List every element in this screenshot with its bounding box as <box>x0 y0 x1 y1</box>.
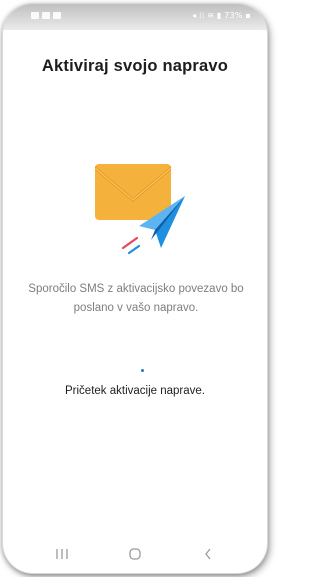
recent-apps-icon <box>56 549 68 559</box>
status-icons-left <box>31 12 61 19</box>
home-icon <box>129 548 141 560</box>
home-button[interactable] <box>115 542 155 566</box>
notification-icon <box>31 12 39 19</box>
sms-info-message: Sporočilo SMS z aktivacijsko povezavo bo… <box>28 283 244 314</box>
status-bar: ◂ ⁞⁞ ≋ ▮ 73% ▪ <box>3 4 267 30</box>
notification-icon <box>53 12 61 19</box>
phone-frame: ◂ ⁞⁞ ≋ ▮ 73% ▪ Aktiviraj svojo napravo S… <box>3 4 267 573</box>
loading-indicator <box>141 369 144 372</box>
recent-apps-button[interactable] <box>42 542 82 566</box>
page-title: Aktiviraj svojo napravo <box>41 57 229 75</box>
activation-status-text: Pričetek aktivacije naprave. <box>65 385 205 397</box>
system-nav-bar <box>3 535 267 573</box>
back-button[interactable] <box>188 542 228 566</box>
notification-icon <box>42 12 50 19</box>
status-icons-right: ◂ ⁞⁞ ≋ ▮ 73% ▪ <box>192 11 251 20</box>
back-icon <box>205 548 211 560</box>
envelope-paper-plane-icon <box>94 164 185 255</box>
